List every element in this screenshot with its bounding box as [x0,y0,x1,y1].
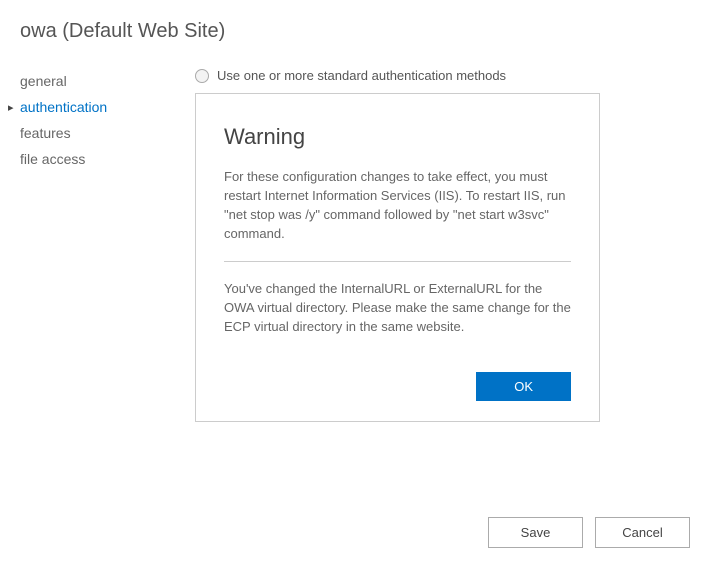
auth-method-label: Use one or more standard authentication … [217,68,506,83]
dialog-paragraph-1: For these configuration changes to take … [224,168,571,243]
sidebar-item-features[interactable]: features [20,120,175,146]
sidebar: general authentication features file acc… [20,68,175,422]
dialog-divider [224,261,571,262]
bottom-buttons: Save Cancel [488,517,690,548]
sidebar-item-file-access[interactable]: file access [20,146,175,172]
dialog-paragraph-2: You've changed the InternalURL or Extern… [224,280,571,337]
radio-icon[interactable] [195,69,209,83]
auth-method-radio-row[interactable]: Use one or more standard authentication … [195,68,690,83]
page-title: owa (Default Web Site) [20,20,690,43]
warning-dialog: Warning For these configuration changes … [195,93,600,422]
sidebar-item-general[interactable]: general [20,68,175,94]
ok-button[interactable]: OK [476,372,571,401]
main-panel: Use one or more standard authentication … [175,68,690,422]
save-button[interactable]: Save [488,517,583,548]
sidebar-item-authentication[interactable]: authentication [20,94,175,120]
cancel-button[interactable]: Cancel [595,517,690,548]
dialog-title: Warning [224,124,571,150]
